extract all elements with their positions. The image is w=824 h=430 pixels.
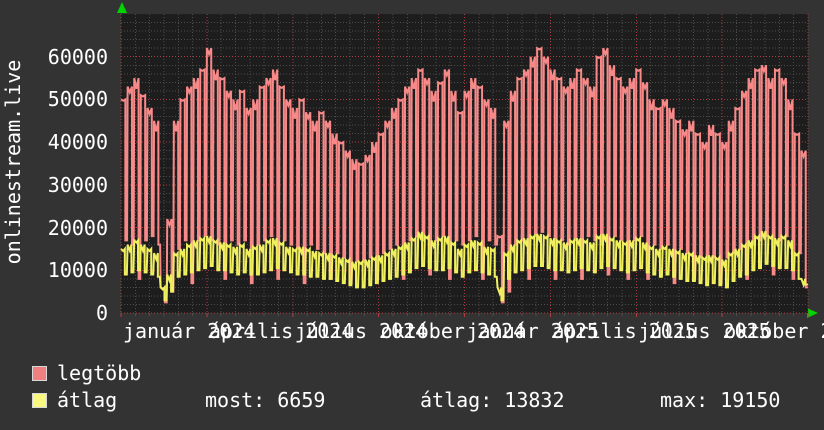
x-axis-labels: január 2024 április 2024 július 2024 októbe… [0, 0, 824, 342]
legend-label-legtobb: legtöbb [57, 361, 142, 385]
y-axis-tick-label: 30000 [47, 172, 108, 197]
stat-most: most: 6659 [205, 388, 326, 412]
y-axis-labels: 0 10000 20000 30000 40000 50000 60000 [0, 0, 108, 340]
y-axis-tick-label: 60000 [47, 44, 108, 69]
stat-atlag: átlag: 13832 [420, 388, 565, 412]
y-axis-tick-label: 50000 [47, 87, 108, 112]
plot-area [120, 14, 809, 317]
legtobb-swatch [32, 366, 47, 381]
y-axis-tick-label: 0 [95, 301, 108, 325]
stat-max: max: 19150 [660, 388, 781, 412]
y-axis-tick-label: 40000 [47, 130, 108, 155]
rrd-graph: onlinestream.live 0 10000 20000 30000 40000 5… [0, 0, 824, 430]
chart-canvas [120, 14, 809, 317]
x-axis-arrow-icon [807, 308, 818, 318]
y-axis-tick-label: 10000 [47, 258, 108, 283]
atlag-swatch [32, 393, 47, 408]
legend-label-atlag: átlag [57, 388, 118, 412]
y-axis-tick-label: 20000 [47, 215, 108, 240]
x-axis-tick-label: október 2025 [724, 319, 824, 343]
